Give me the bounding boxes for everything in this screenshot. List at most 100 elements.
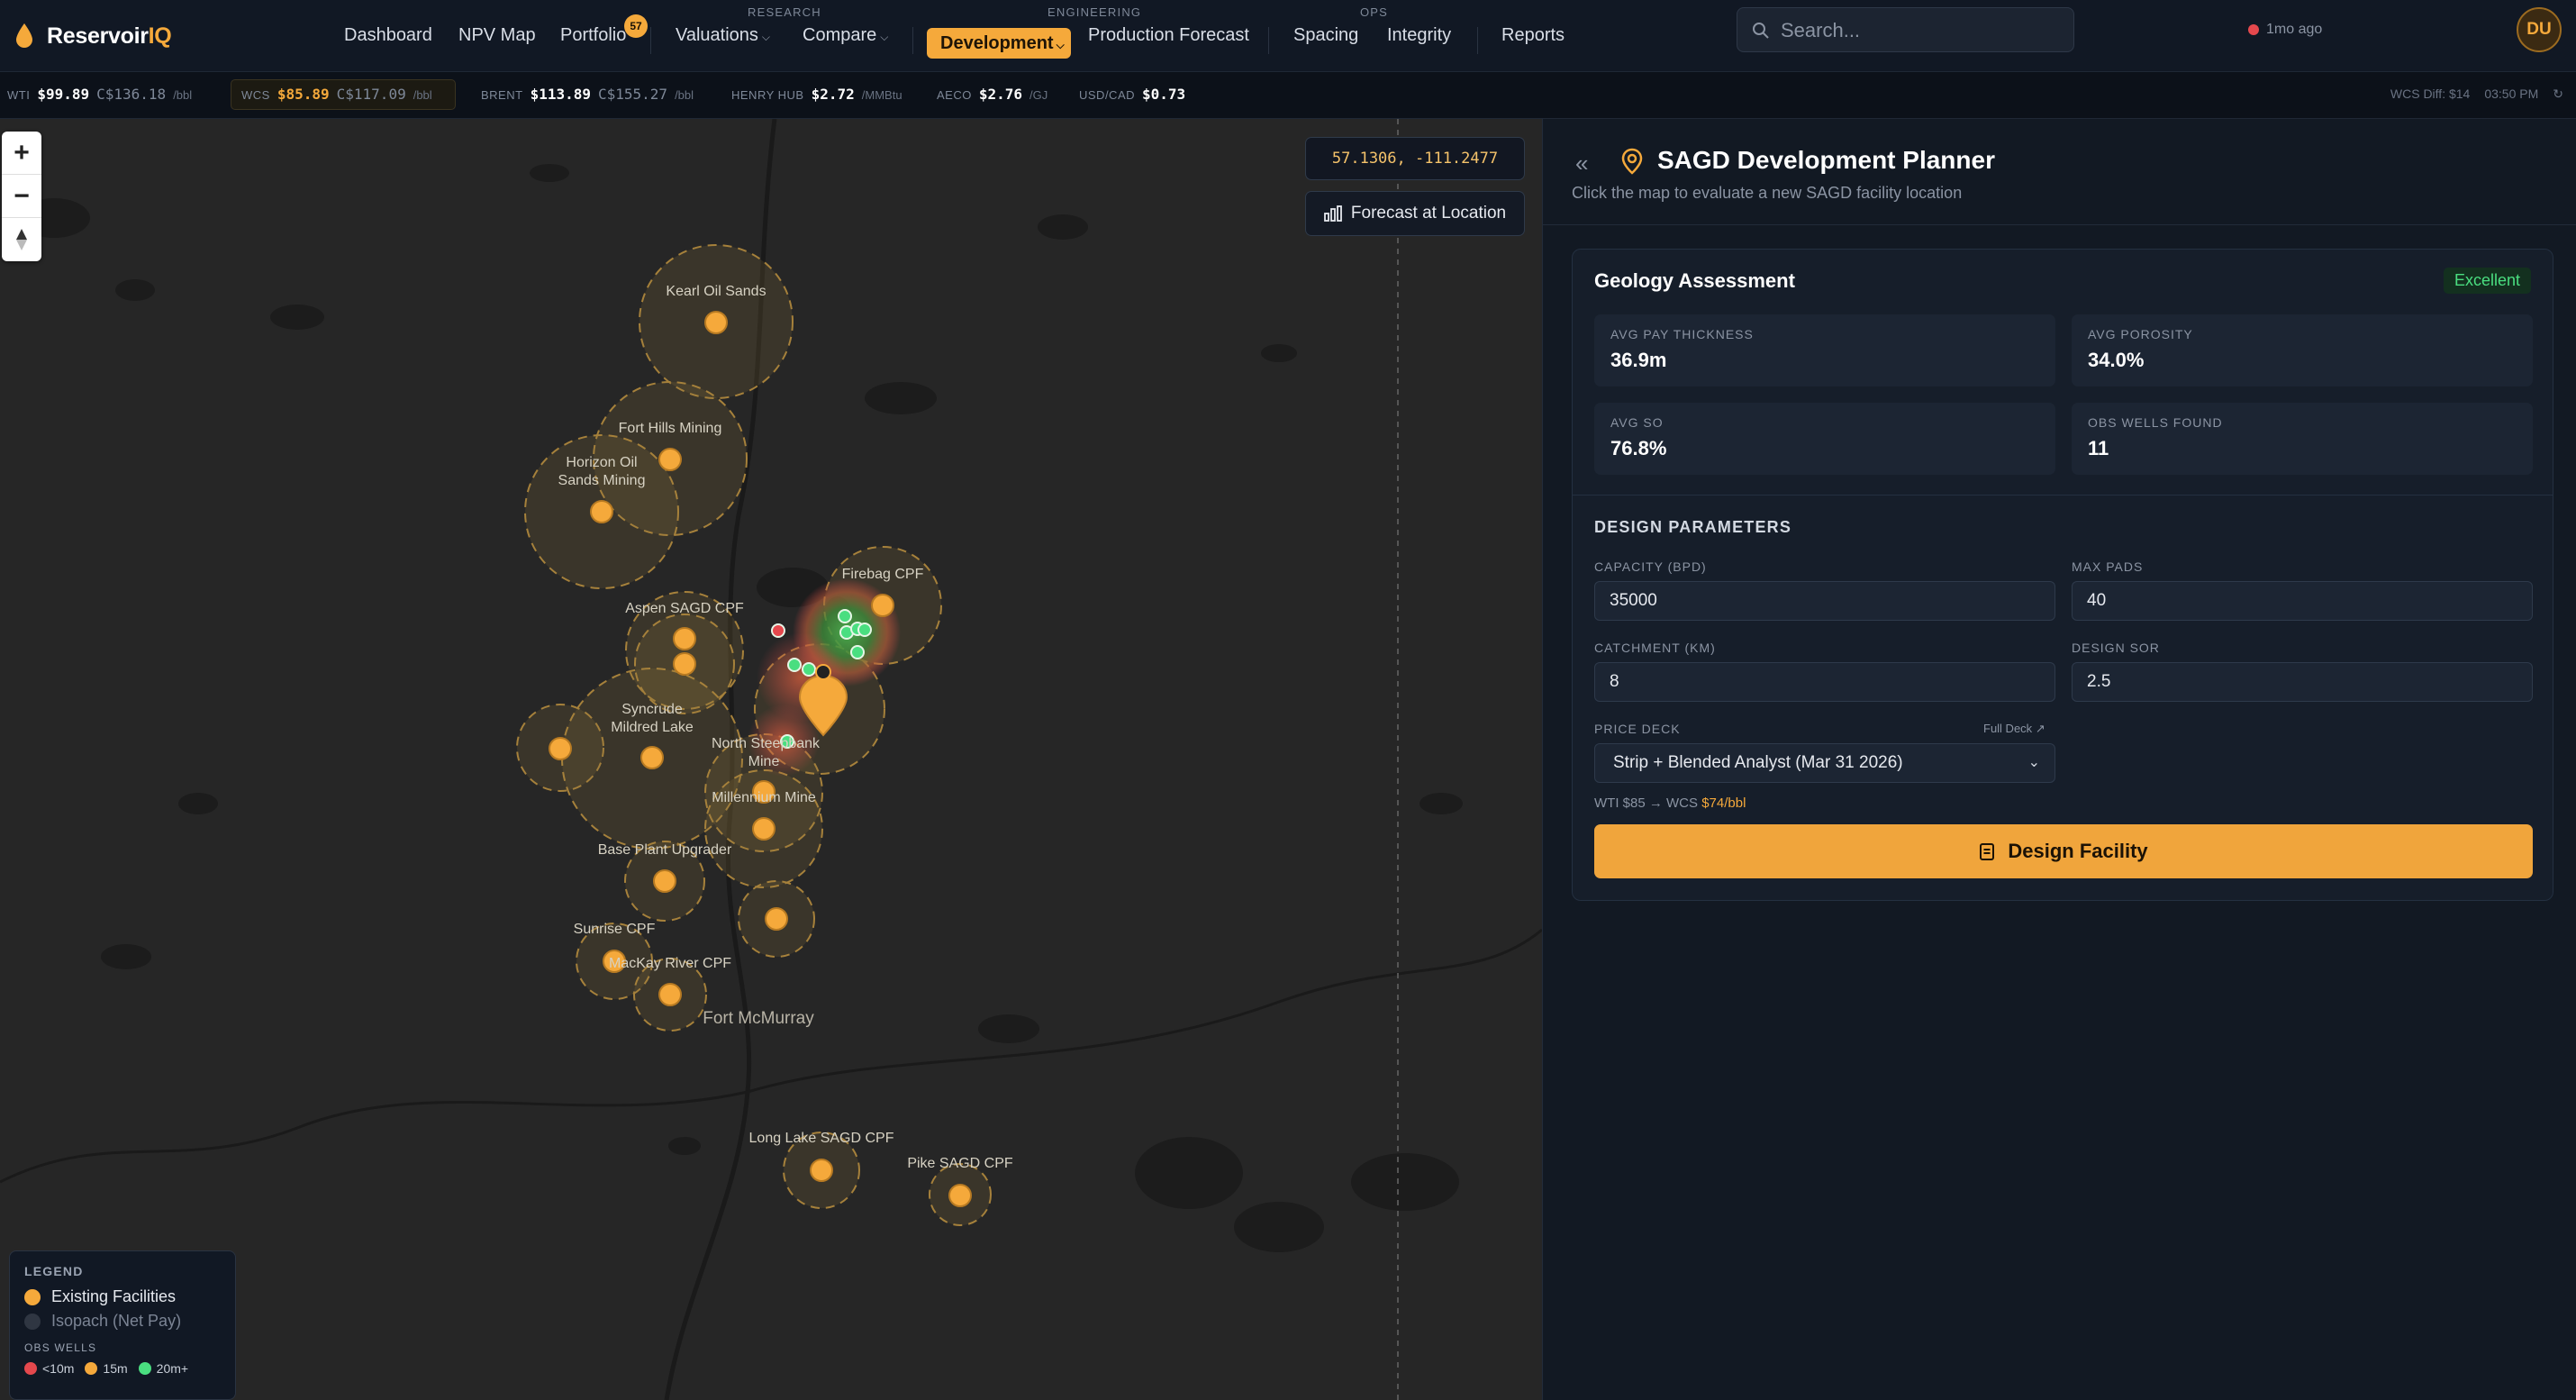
- design-facility-button[interactable]: Design Facility: [1594, 824, 2533, 878]
- zoom-out-button[interactable]: −: [2, 175, 41, 218]
- label-sunrise: Sunrise CPF: [574, 922, 656, 937]
- nav-valuations[interactable]: Valuations ⌵: [676, 25, 770, 46]
- design-sor-input[interactable]: [2072, 662, 2533, 702]
- refresh-icon[interactable]: ↻: [2553, 86, 2563, 102]
- data-freshness-status: 1mo ago: [2248, 22, 2322, 38]
- ticker-brent: BRENT $113.89 C$155.27 /bbl: [481, 86, 694, 103]
- label-horizon-2: Sands Mining: [558, 473, 646, 488]
- label-north-steepbank-1: North Steepbank: [712, 736, 821, 751]
- label-base-plant: Base Plant Upgrader: [598, 842, 732, 858]
- legend-well-mid: 15m: [85, 1361, 128, 1376]
- panel-header: « SAGD Development Planner Click the map…: [1543, 119, 2576, 225]
- nav-portfolio[interactable]: Portfolio: [560, 25, 626, 46]
- nav-divider: [912, 27, 913, 54]
- label-mackay: MacKay River CPF: [609, 956, 731, 971]
- external-link-icon: ↗: [2035, 722, 2045, 735]
- stat-avg-porosity: AVG POROSITY 34.0%: [2072, 314, 2533, 386]
- collapse-panel-icon[interactable]: «: [1575, 150, 1588, 177]
- brand-logo[interactable]: ReservoirIQ: [14, 16, 172, 56]
- label-fort-mcmurray: Fort McMurray: [703, 1009, 814, 1028]
- price-ticker: WTI $99.89 C$136.18 /bbl WCS $85.89 C$11…: [0, 72, 2576, 119]
- map-legend: LEGEND Existing Facilities Isopach (Net …: [9, 1250, 236, 1400]
- label-millennium: Millennium Mine: [712, 790, 816, 805]
- ticker-aeco: AECO $2.76 /GJ: [937, 86, 1048, 103]
- portfolio-count-badge: 57: [624, 14, 648, 38]
- design-sor-label: DESIGN SOR: [2072, 641, 2160, 655]
- label-north-steepbank-2: Mine: [748, 754, 780, 769]
- stat-obs-wells-found: OBS WELLS FOUND 11: [2072, 403, 2533, 475]
- nav-divider: [1477, 27, 1478, 54]
- geology-rating-badge: Excellent: [2443, 268, 2531, 294]
- facility-swatch-icon: [24, 1288, 41, 1305]
- nav-npv-map[interactable]: NPV Map: [458, 25, 536, 46]
- catchment-label: CATCHMENT (KM): [1594, 641, 1716, 655]
- nav-dashboard[interactable]: Dashboard: [344, 25, 432, 46]
- chevron-down-icon: ⌵: [1056, 39, 1065, 51]
- compass-icon: [16, 229, 27, 250]
- panel-title: SAGD Development Planner: [1657, 146, 1995, 174]
- basemap: Kearl Oil Sands Fort Hills Mining Horizo…: [0, 119, 1542, 1400]
- label-kearl: Kearl Oil Sands: [666, 284, 766, 299]
- nav-reports[interactable]: Reports: [1501, 25, 1565, 46]
- geology-design-card: Geology Assessment Excellent AVG PAY THI…: [1572, 249, 2553, 901]
- legend-title: LEGEND: [24, 1264, 84, 1278]
- price-deck-select[interactable]: Strip + Blended Analyst (Mar 31 2026) ⌄: [1594, 743, 2055, 783]
- nav-group-ops: OPS: [1360, 5, 1389, 19]
- legend-obs-wells-title: OBS WELLS: [24, 1341, 97, 1354]
- zoom-in-button[interactable]: +: [2, 132, 41, 175]
- legend-isopach[interactable]: Isopach (Net Pay): [24, 1312, 221, 1331]
- label-firebag: Firebag CPF: [842, 567, 924, 582]
- panel-subtitle: Click the map to evaluate a new SAGD fac…: [1572, 184, 1963, 202]
- forecast-at-location-button[interactable]: Forecast at Location: [1305, 191, 1525, 236]
- full-deck-link[interactable]: Full Deck ↗: [1983, 722, 2045, 736]
- geology-title: Geology Assessment: [1594, 269, 1795, 292]
- sagd-planner-panel: « SAGD Development Planner Click the map…: [1542, 119, 2576, 1400]
- label-aspen: Aspen SAGD CPF: [625, 601, 744, 616]
- stat-avg-pay-thickness: AVG PAY THICKNESS 36.9m: [1594, 314, 2055, 386]
- nav-spacing[interactable]: Spacing: [1293, 25, 1358, 46]
- status-dot-icon: [2248, 24, 2259, 35]
- search-input[interactable]: [1781, 19, 2051, 42]
- max-pads-input[interactable]: [2072, 581, 2533, 621]
- map-canvas[interactable]: Kearl Oil Sands Fort Hills Mining Horizo…: [0, 119, 1542, 1400]
- oil-drop-icon: [16, 23, 32, 48]
- price-deck-note: WTI $85 → WCS $74/bbl: [1594, 795, 1746, 811]
- status-text: 1mo ago: [2266, 22, 2323, 37]
- nav-integrity[interactable]: Integrity: [1387, 25, 1451, 46]
- clipboard-icon: [1980, 843, 1995, 860]
- ticker-usdcad: USD/CAD $0.73: [1079, 86, 1186, 103]
- wcs-diff: WCS Diff: $14: [2390, 86, 2471, 101]
- nav-compare[interactable]: Compare ⌵: [803, 25, 888, 46]
- stat-avg-so: AVG SO 76.8%: [1594, 403, 2055, 475]
- ticker-time: 03:50 PM: [2484, 86, 2539, 101]
- search-icon: [1753, 23, 1769, 39]
- price-deck-label: PRICE DECK: [1594, 722, 1681, 736]
- label-long-lake: Long Lake SAGD CPF: [749, 1131, 894, 1146]
- legend-well-low: <10m: [24, 1361, 74, 1376]
- ticker-meta: WCS Diff: $14 03:50 PM ↻: [2390, 86, 2563, 102]
- legend-existing-facilities[interactable]: Existing Facilities: [24, 1287, 221, 1306]
- nav-divider: [650, 27, 651, 54]
- coordinate-readout: 57.1306, -111.2477: [1305, 137, 1525, 180]
- forecast-button-label: Forecast at Location: [1350, 204, 1507, 223]
- legend-obs-wells: <10m 15m 20m+: [24, 1361, 221, 1376]
- top-navigation-bar: ReservoirIQ Dashboard NPV Map Portfolio …: [0, 0, 2576, 72]
- legend-well-high: 20m+: [138, 1361, 188, 1376]
- catchment-input[interactable]: [1594, 662, 2055, 702]
- label-syncrude-2: Mildred Lake: [611, 720, 694, 735]
- label-syncrude-1: Syncrude: [621, 702, 683, 717]
- chevron-down-icon: ⌵: [761, 31, 771, 43]
- compass-reset-button[interactable]: [2, 218, 41, 261]
- label-pike: Pike SAGD CPF: [907, 1156, 1013, 1171]
- brand-name: ReservoirIQ: [47, 23, 172, 49]
- max-pads-label: MAX PADS: [2072, 559, 2144, 574]
- capacity-input[interactable]: [1594, 581, 2055, 621]
- bar-chart-icon: [1324, 205, 1342, 222]
- nav-production-forecast[interactable]: Production Forecast: [1088, 25, 1249, 46]
- user-avatar[interactable]: DU: [2517, 7, 2562, 52]
- search-box[interactable]: [1737, 7, 2074, 52]
- nav-development[interactable]: Development ⌵: [927, 28, 1071, 59]
- map-pin-icon: [1621, 148, 1643, 175]
- chevron-down-icon: ⌵: [880, 31, 889, 43]
- ticker-wcs: WCS $85.89 C$117.09 /bbl: [241, 86, 432, 103]
